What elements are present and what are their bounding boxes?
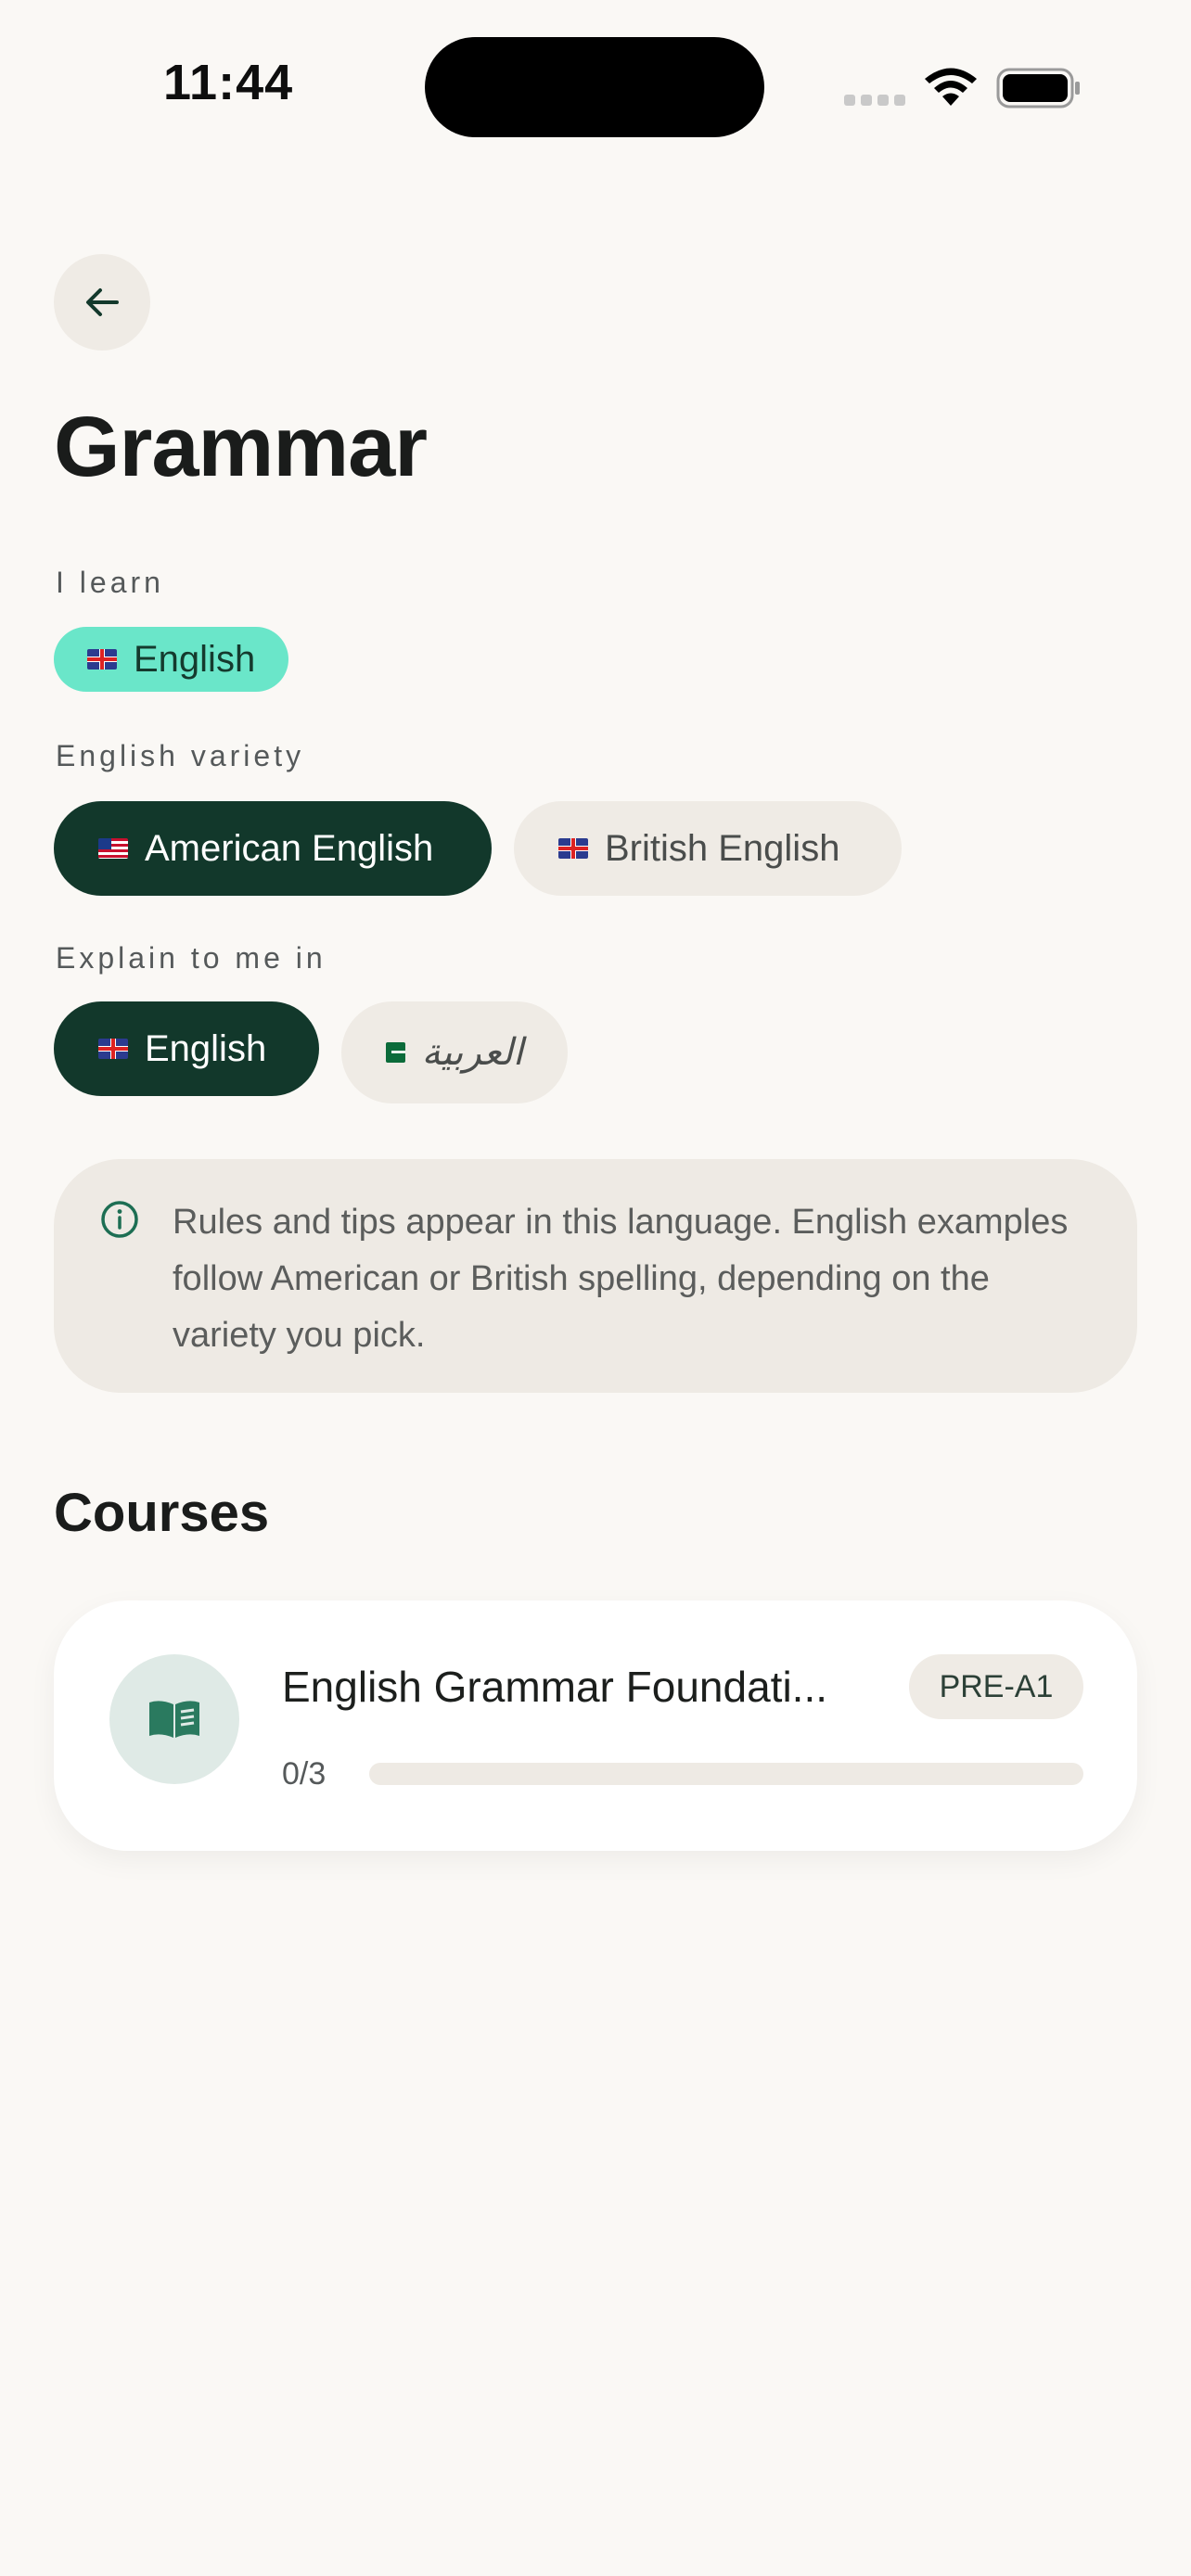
back-button[interactable] (54, 254, 150, 351)
uk-flag-icon (87, 649, 117, 670)
us-flag-icon (98, 838, 128, 859)
course-name: English Grammar Foundati... (282, 1663, 828, 1711)
variety-option-british[interactable]: British English (514, 801, 902, 896)
learn-language-chip[interactable]: English (54, 627, 289, 692)
status-time: 11:44 (163, 55, 294, 110)
battery-icon (996, 68, 1080, 108)
saudi-flag-icon (386, 1042, 405, 1063)
learn-language-label: English (134, 638, 256, 680)
explain-option-label: العربية (421, 1031, 523, 1074)
variety-option-american[interactable]: American English (54, 801, 492, 896)
level-badge: PRE-A1 (909, 1654, 1083, 1719)
info-text: Rules and tips appear in this language. … (173, 1203, 1069, 1355)
dynamic-island (425, 37, 764, 137)
info-icon (101, 1201, 138, 1238)
cellular-signal-icon (844, 95, 905, 106)
explain-option-english[interactable]: English (54, 1001, 319, 1096)
uk-flag-icon (98, 1039, 128, 1059)
info-box: Rules and tips appear in this language. … (54, 1159, 1137, 1393)
variety-label: English variety (56, 739, 305, 772)
course-icon (109, 1654, 239, 1784)
course-progress-text: 0/3 (282, 1756, 327, 1792)
explain-option-arabic[interactable]: العربية (341, 1001, 568, 1103)
course-progress-bar (369, 1763, 1083, 1785)
explain-label: Explain to me in (56, 941, 327, 975)
arrow-left-icon (86, 288, 119, 316)
book-icon (149, 1701, 199, 1738)
variety-option-label: American English (145, 827, 434, 869)
page-title: Grammar (54, 400, 428, 494)
variety-option-label: British English (605, 827, 840, 869)
explain-option-label: English (145, 1027, 267, 1069)
learn-label: I learn (56, 566, 164, 599)
uk-flag-icon (558, 838, 588, 859)
wifi-icon (925, 68, 977, 106)
course-card[interactable]: English Grammar Foundati... PRE-A1 0/3 (54, 1600, 1137, 1851)
courses-title: Courses (54, 1483, 270, 1543)
